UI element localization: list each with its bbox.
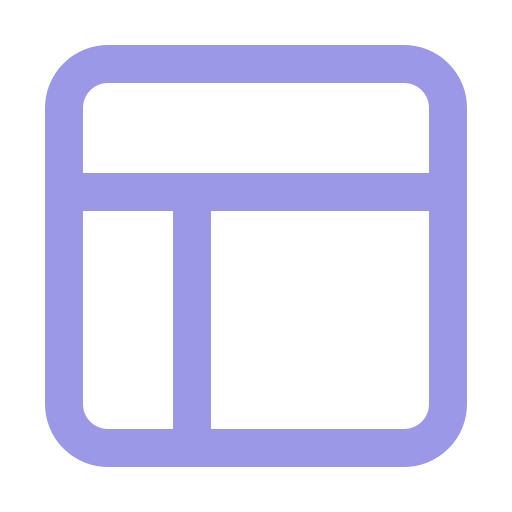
- icon-canvas: [0, 0, 512, 512]
- window-frame: [45, 45, 467, 467]
- layout-sidebar-icon: [45, 45, 467, 467]
